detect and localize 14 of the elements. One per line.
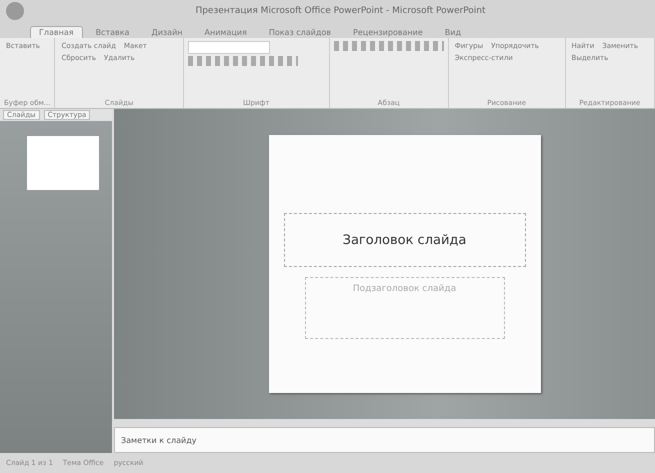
window-title: Презентация Microsoft Office PowerPoint - Microsoft PowerPoint <box>194 6 487 16</box>
ribbon-tab[interactable]: Анимация <box>196 26 256 38</box>
ribbon-tab[interactable]: Дизайн <box>142 26 192 38</box>
subtitle-placeholder[interactable]: Подзаголовок слайда <box>304 277 504 339</box>
slide-thumbnail[interactable] <box>26 135 100 191</box>
ribbon-tab[interactable]: Показ слайдов <box>260 26 340 38</box>
title-placeholder[interactable]: Заголовок слайда <box>284 213 526 267</box>
ribbon-tab[interactable]: Рецензирование <box>344 26 432 38</box>
ribbon-tab[interactable]: Главная <box>30 26 83 38</box>
font-field[interactable] <box>188 41 270 54</box>
notes-field[interactable]: Заметки к слайду <box>114 427 655 453</box>
ribbon-tab[interactable]: Вид <box>436 26 470 38</box>
office-button[interactable] <box>6 2 24 20</box>
ribbon-tab[interactable]: Вставка <box>86 26 138 38</box>
